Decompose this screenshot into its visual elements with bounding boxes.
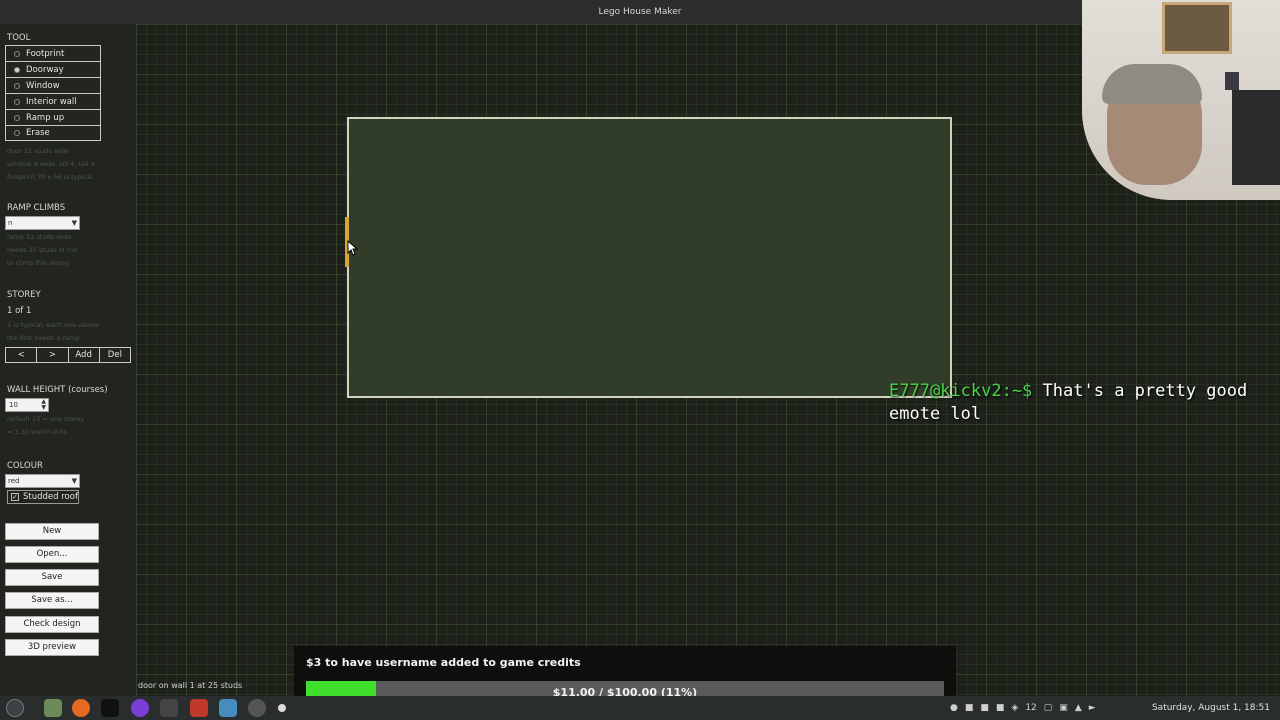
storey-del-button[interactable]: Del — [100, 348, 130, 362]
picture-frame-image — [1162, 2, 1232, 54]
app-window: Lego House Maker TOOL Footprint Doorway … — [0, 0, 1280, 720]
3d-preview-button[interactable]: 3D preview — [5, 639, 99, 656]
tool-sidebar: TOOL Footprint Doorway Window Interior w… — [0, 24, 136, 696]
colour-select-value: red — [8, 477, 20, 485]
storey-buttons: < > Add Del — [5, 347, 131, 363]
obs-icon[interactable] — [131, 699, 149, 717]
status-text: door on wall 1 at 25 studs — [138, 681, 243, 690]
godot-icon[interactable] — [219, 699, 237, 717]
hint-line: 2 is typical: each one above — [7, 321, 99, 329]
colour-select[interactable]: red ▼ — [5, 474, 80, 488]
open-button[interactable]: Open... — [5, 546, 99, 563]
radio-dot-icon — [14, 130, 20, 136]
ramp-hint: ramp 12 studs wide needs 25 studs of run… — [7, 231, 78, 270]
radio-dot-icon — [14, 50, 20, 57]
house-footprint[interactable] — [347, 117, 952, 398]
hint-line: the first needs a ramp — [7, 334, 80, 342]
file-manager-icon[interactable] — [44, 699, 62, 717]
settings-icon[interactable] — [248, 699, 266, 717]
hint-line: window 8 wide, sill 4, tall 4 — [7, 160, 95, 168]
hint-line: to climb this storey — [7, 259, 70, 267]
radio-label: Window — [26, 80, 60, 91]
tool-window-radio[interactable]: Window — [5, 77, 101, 93]
mouse-cursor-icon — [347, 240, 359, 256]
radio-dot-icon — [14, 82, 20, 89]
tool-hint: door 12 studs wide window 8 wide, sill 4… — [7, 145, 95, 184]
tool-ramp-up-radio[interactable]: Ramp up — [5, 109, 101, 125]
save-button[interactable]: Save — [5, 569, 99, 586]
system-tray: ● ■ ■ ■ ◈ 12 ▢ ▣ ▲ ► — [950, 696, 1096, 720]
radio-label: Ramp up — [26, 112, 65, 123]
tool-radio-group: Footprint Doorway Window Interior wall R… — [5, 45, 101, 141]
indicator-icon — [278, 704, 286, 712]
wall-height-hint: default 10 = one storey = 3.20 world uni… — [7, 413, 84, 439]
wall-height-input[interactable]: 10 ▲ ▼ — [5, 398, 49, 412]
save-as-button[interactable]: Save as... — [5, 592, 99, 609]
radio-label: Erase — [26, 128, 50, 138]
storey-add-button[interactable]: Add — [69, 348, 100, 362]
new-button[interactable]: New — [5, 523, 99, 540]
wall-height-heading: WALL HEIGHT (courses) — [7, 385, 108, 395]
lamp-image — [1225, 72, 1239, 90]
chat-message: E777@kickv2:~$ That's a pretty good emot… — [889, 380, 1259, 426]
menu-icon[interactable] — [6, 699, 24, 717]
donation-title: $3 to have username added to game credit… — [306, 656, 581, 669]
app-icon[interactable] — [160, 699, 178, 717]
cap-image — [1102, 64, 1202, 104]
window-title: Lego House Maker — [598, 7, 682, 17]
tool-erase-radio[interactable]: Erase — [5, 125, 101, 141]
hint-line: door 12 studs wide — [7, 147, 70, 155]
radio-label: Doorway — [26, 64, 64, 75]
studded-roof-label: Studded roof — [23, 492, 78, 502]
tool-interior-wall-radio[interactable]: Interior wall — [5, 93, 101, 109]
discord-icon[interactable]: ● — [950, 703, 958, 713]
tray-app-icon[interactable]: ■ — [965, 703, 974, 713]
studded-roof-checkbox[interactable]: ✓ Studded roof — [7, 490, 79, 504]
printer-icon[interactable]: ▢ — [1044, 703, 1053, 713]
storey-prev-button[interactable]: < — [6, 348, 38, 362]
firefox-icon[interactable] — [72, 699, 90, 717]
checkmark-icon: ✓ — [11, 493, 19, 501]
chevron-down-icon: ▼ — [71, 219, 77, 227]
hint-line: footprint 70 x 56 is typical — [7, 173, 93, 181]
ramp-select-value: n — [8, 219, 13, 227]
shelf-image — [1232, 90, 1280, 185]
hint-line: default 10 = one storey — [7, 415, 85, 423]
tool-heading: TOOL — [7, 33, 31, 43]
volume-icon[interactable]: ► — [1089, 703, 1096, 713]
terminal-icon[interactable] — [101, 699, 119, 717]
radio-label: Interior wall — [26, 96, 77, 107]
chat-username: E777@kickv2:~$ — [889, 381, 1033, 401]
hint-line: = 3.20 world units — [7, 428, 67, 436]
hint-line: needs 25 studs of run — [7, 246, 78, 254]
tool-doorway-radio[interactable]: Doorway — [5, 61, 101, 77]
storey-heading: STOREY — [7, 290, 41, 300]
tray-number: 12 — [1025, 703, 1037, 713]
hint-line: ramp 12 studs wide — [7, 233, 72, 241]
radio-dot-selected-icon — [14, 66, 20, 73]
network-icon[interactable]: ▲ — [1075, 703, 1082, 713]
colour-heading: COLOUR — [7, 461, 43, 471]
radio-dot-icon — [14, 114, 20, 121]
storey-value: 1 of 1 — [7, 306, 32, 316]
clock[interactable]: Saturday, August 1, 18:51 — [1152, 696, 1270, 720]
editor-icon[interactable] — [190, 699, 208, 717]
storey-next-button[interactable]: > — [37, 348, 69, 362]
taskbar: ● ■ ■ ■ ◈ 12 ▢ ▣ ▲ ► Saturday, August 1,… — [0, 696, 1280, 720]
storey-hint: 2 is typical: each one above the first n… — [7, 319, 98, 345]
spinner-arrows-icon[interactable]: ▲ ▼ — [41, 399, 46, 411]
shield-icon[interactable]: ◈ — [1011, 703, 1018, 713]
chevron-down-icon: ▼ — [71, 477, 77, 485]
webcam-overlay — [1082, 0, 1280, 200]
ramp-heading: RAMP CLIMBS — [7, 203, 66, 213]
ramp-select[interactable]: n ▼ — [5, 216, 80, 230]
tray-app-icon[interactable]: ■ — [996, 703, 1005, 713]
radio-dot-icon — [14, 98, 20, 105]
wall-height-value: 10 — [9, 401, 18, 409]
radio-label: Footprint — [26, 48, 65, 59]
tray-app-icon[interactable]: ■ — [980, 703, 989, 713]
tool-footprint-radio[interactable]: Footprint — [5, 45, 101, 61]
check-design-button[interactable]: Check design — [5, 616, 99, 633]
keyboard-icon[interactable]: ▣ — [1059, 703, 1068, 713]
